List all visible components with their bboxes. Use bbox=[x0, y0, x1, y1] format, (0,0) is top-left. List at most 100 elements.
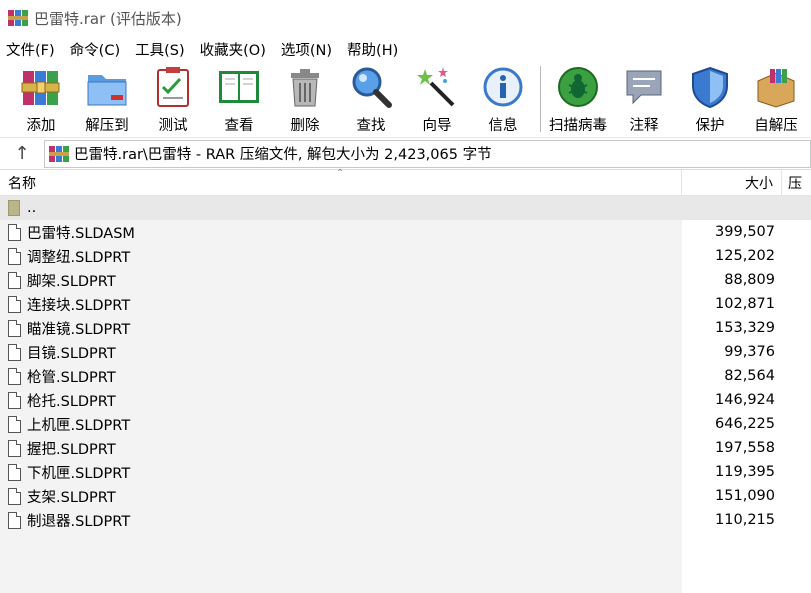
folder-icon bbox=[8, 200, 20, 216]
column-name-label: 名称 bbox=[8, 175, 36, 192]
table-row[interactable]: 握把.SLDPRT 197,558 bbox=[0, 436, 811, 460]
file-icon bbox=[8, 319, 21, 337]
table-row[interactable]: 调整纽.SLDPRT 125,202 bbox=[0, 244, 811, 268]
wizard-wand-icon bbox=[414, 64, 460, 110]
file-icon bbox=[8, 415, 21, 433]
protect-label: 保护 bbox=[695, 118, 725, 134]
file-size: 119,395 bbox=[715, 464, 775, 480]
file-name: 巴雷特.SLDASM bbox=[27, 225, 135, 242]
test-clipboard-icon bbox=[150, 64, 196, 110]
view-book-icon bbox=[216, 64, 262, 110]
table-row[interactable]: 上机匣.SLDPRT 646,225 bbox=[0, 412, 811, 436]
table-row[interactable]: 巴雷特.SLDASM 399,507 bbox=[0, 220, 811, 244]
menu-help[interactable]: 帮助(H) bbox=[347, 39, 398, 60]
file-icon bbox=[8, 295, 21, 313]
menu-bar: 文件(F) 命令(C) 工具(S) 收藏夹(O) 选项(N) 帮助(H) bbox=[0, 36, 811, 62]
comment-icon bbox=[621, 64, 667, 110]
file-name: 脚架.SLDPRT bbox=[27, 273, 116, 290]
title-bar: 巴雷特.rar (评估版本) bbox=[0, 0, 811, 36]
menu-options[interactable]: 选项(N) bbox=[281, 39, 332, 60]
protect-button[interactable]: 保护 bbox=[677, 64, 743, 136]
table-row[interactable]: 脚架.SLDPRT 88,809 bbox=[0, 268, 811, 292]
table-row[interactable]: 瞄准镜.SLDPRT 153,329 bbox=[0, 316, 811, 340]
test-label: 测试 bbox=[158, 118, 188, 134]
column-header-size[interactable]: 大小 bbox=[682, 170, 782, 195]
file-name: 下机匣.SLDPRT bbox=[27, 465, 131, 482]
table-row[interactable]: 目镜.SLDPRT 99,376 bbox=[0, 340, 811, 364]
virus-scan-icon bbox=[555, 64, 601, 110]
extract-to-label: 解压到 bbox=[85, 118, 129, 134]
file-icon bbox=[8, 271, 21, 289]
file-icon bbox=[8, 343, 21, 361]
find-button[interactable]: 查找 bbox=[338, 64, 404, 136]
extract-to-button[interactable]: 解压到 bbox=[74, 64, 140, 136]
shield-icon bbox=[687, 64, 733, 110]
wizard-label: 向导 bbox=[422, 118, 452, 134]
file-size: 399,507 bbox=[715, 224, 775, 240]
comment-label: 注释 bbox=[629, 118, 659, 134]
table-row[interactable]: 制退器.SLDPRT 110,215 bbox=[0, 508, 811, 532]
table-row[interactable]: 枪管.SLDPRT 82,564 bbox=[0, 364, 811, 388]
test-button[interactable]: 测试 bbox=[140, 64, 206, 136]
sfx-label: 自解压 bbox=[754, 118, 798, 134]
find-label: 查找 bbox=[356, 118, 386, 134]
file-name: 连接块.SLDPRT bbox=[27, 297, 131, 314]
column-size-label: 大小 bbox=[745, 175, 773, 192]
file-size: 88,809 bbox=[724, 272, 775, 288]
column-header-name[interactable]: 名称 ⌃ bbox=[0, 168, 682, 195]
comment-button[interactable]: 注释 bbox=[611, 64, 677, 136]
file-name: 枪托.SLDPRT bbox=[27, 393, 116, 410]
file-name: 制退器.SLDPRT bbox=[27, 513, 131, 530]
info-button[interactable]: 信息 bbox=[470, 64, 536, 136]
file-name: 调整纽.SLDPRT bbox=[27, 249, 131, 266]
file-icon bbox=[8, 247, 21, 265]
file-name: 目镜.SLDPRT bbox=[27, 345, 116, 362]
trash-icon bbox=[282, 64, 328, 110]
delete-label: 删除 bbox=[290, 118, 320, 134]
file-size: 99,376 bbox=[724, 344, 775, 360]
wizard-button[interactable]: 向导 bbox=[404, 64, 470, 136]
address-bar: ↑ 巴雷特.rar\巴雷特 - RAR 压缩文件, 解包大小为 2,423,06… bbox=[0, 138, 811, 170]
file-icon bbox=[8, 487, 21, 505]
toolbar: 添加 解压到 测试 查看 删除 查找 向导 信息 扫描病毒 注释 保护 自解压 bbox=[0, 62, 811, 138]
file-icon bbox=[8, 223, 21, 241]
menu-tools[interactable]: 工具(S) bbox=[135, 39, 185, 60]
file-size: 146,924 bbox=[715, 392, 775, 408]
menu-favorites[interactable]: 收藏夹(O) bbox=[200, 39, 266, 60]
winrar-app-icon bbox=[8, 8, 28, 28]
sfx-button[interactable]: 自解压 bbox=[743, 64, 809, 136]
delete-button[interactable]: 删除 bbox=[272, 64, 338, 136]
menu-file[interactable]: 文件(F) bbox=[6, 39, 55, 60]
virus-scan-label: 扫描病毒 bbox=[549, 118, 607, 134]
up-folder-button[interactable]: ↑ bbox=[0, 138, 44, 170]
toolbar-separator bbox=[540, 66, 541, 132]
sfx-box-icon bbox=[753, 64, 799, 110]
file-size: 110,215 bbox=[715, 512, 775, 528]
file-icon bbox=[8, 439, 21, 457]
parent-folder-name: .. bbox=[27, 200, 37, 216]
magnifier-icon bbox=[348, 64, 394, 110]
table-row[interactable]: 下机匣.SLDPRT 119,395 bbox=[0, 460, 811, 484]
parent-folder-row[interactable]: .. bbox=[0, 196, 811, 220]
file-icon bbox=[8, 511, 21, 529]
file-size: 82,564 bbox=[724, 368, 775, 384]
file-name: 握把.SLDPRT bbox=[27, 441, 116, 458]
path-field[interactable]: 巴雷特.rar\巴雷特 - RAR 压缩文件, 解包大小为 2,423,065 … bbox=[44, 139, 811, 168]
column-header-compressed[interactable]: 压 bbox=[782, 170, 811, 195]
file-size: 151,090 bbox=[715, 488, 775, 504]
column-compressed-label: 压 bbox=[788, 175, 802, 192]
info-icon bbox=[480, 64, 526, 110]
menu-commands[interactable]: 命令(C) bbox=[70, 39, 120, 60]
table-row[interactable]: 支架.SLDPRT 151,090 bbox=[0, 484, 811, 508]
virus-scan-button[interactable]: 扫描病毒 bbox=[545, 64, 611, 136]
add-archive-icon bbox=[18, 64, 64, 110]
table-row[interactable]: 枪托.SLDPRT 146,924 bbox=[0, 388, 811, 412]
info-label: 信息 bbox=[488, 118, 518, 134]
file-icon bbox=[8, 463, 21, 481]
file-size: 646,225 bbox=[715, 416, 775, 432]
file-name: 上机匣.SLDPRT bbox=[27, 417, 131, 434]
table-row[interactable]: 连接块.SLDPRT 102,871 bbox=[0, 292, 811, 316]
add-button[interactable]: 添加 bbox=[8, 64, 74, 136]
file-list: .. 巴雷特.SLDASM 399,507 调整纽.SLDPRT 125,202 脚… bbox=[0, 196, 811, 593]
view-button[interactable]: 查看 bbox=[206, 64, 272, 136]
